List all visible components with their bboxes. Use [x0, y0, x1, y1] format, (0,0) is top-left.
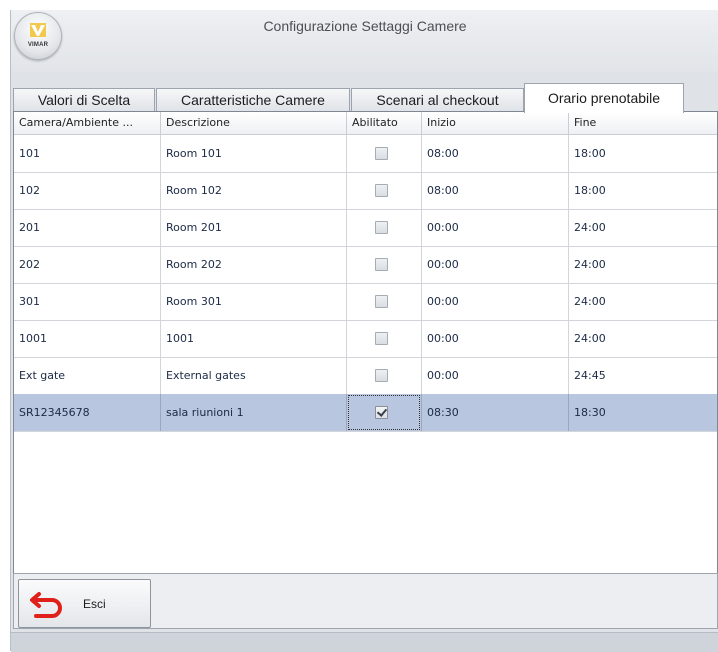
header-camera[interactable]: Camera/Ambiente ...	[14, 112, 161, 134]
cell-fine[interactable]: 24:00	[569, 246, 717, 283]
cell-inizio[interactable]: 00:00	[422, 357, 569, 394]
exit-button-label: Esci	[83, 597, 106, 611]
header-abilitato[interactable]: Abilitato	[347, 112, 422, 134]
app-window: VIMAR Configurazione Settaggi Camere Val…	[10, 10, 718, 652]
cell-abilitato	[347, 172, 422, 209]
tab-caratteristiche-camere[interactable]: Caratteristiche Camere	[156, 88, 350, 112]
status-bar	[11, 632, 718, 652]
enabled-checkbox[interactable]	[375, 332, 388, 345]
cell-abilitato	[347, 209, 422, 246]
table-row[interactable]: 201 Room 201 00:00 24:00	[14, 209, 717, 247]
table-row[interactable]: 102 Room 102 08:00 18:00	[14, 172, 717, 210]
enabled-checkbox[interactable]	[375, 221, 388, 234]
table-row[interactable]: SR12345678 sala riunioni 1 08:30 18:30	[14, 394, 717, 432]
cell-fine[interactable]: 24:00	[569, 320, 717, 357]
header-inizio[interactable]: Inizio	[422, 112, 569, 134]
focus-rectangle	[348, 395, 420, 430]
cell-fine[interactable]: 24:00	[569, 209, 717, 246]
cell-abilitato	[347, 283, 422, 320]
table-row[interactable]: 1001 1001 00:00 24:00	[14, 320, 717, 358]
schedule-table: Camera/Ambiente ... Descrizione Abilitat…	[13, 111, 718, 577]
tab-scenari-al-checkout[interactable]: Scenari al checkout	[351, 88, 524, 112]
table-row[interactable]: 301 Room 301 00:00 24:00	[14, 283, 717, 321]
cell-camera[interactable]: 102	[14, 172, 161, 209]
cell-descrizione[interactable]: Room 101	[161, 135, 347, 172]
cell-inizio[interactable]: 08:00	[422, 135, 569, 172]
cell-abilitato	[347, 320, 422, 357]
cell-abilitato	[347, 357, 422, 394]
cell-descrizione[interactable]: Room 202	[161, 246, 347, 283]
cell-camera[interactable]: 301	[14, 283, 161, 320]
cell-descrizione[interactable]: Room 301	[161, 283, 347, 320]
enabled-checkbox[interactable]	[375, 184, 388, 197]
table-row[interactable]: 202 Room 202 00:00 24:00	[14, 246, 717, 284]
cell-descrizione[interactable]: sala riunioni 1	[161, 394, 347, 431]
cell-fine[interactable]: 18:00	[569, 135, 717, 172]
cell-camera[interactable]: SR12345678	[14, 394, 161, 431]
window-title: Configurazione Settaggi Camere	[263, 18, 467, 34]
cell-camera[interactable]: 101	[14, 135, 161, 172]
tab-valori-di-scelta[interactable]: Valori di Scelta	[13, 88, 155, 112]
cell-inizio[interactable]: 08:00	[422, 172, 569, 209]
table-header: Camera/Ambiente ... Descrizione Abilitat…	[14, 112, 717, 135]
table-row[interactable]: Ext gate External gates 00:00 24:45	[14, 357, 717, 395]
enabled-checkbox[interactable]	[375, 295, 388, 308]
button-bar: Esci	[13, 573, 718, 629]
cell-camera[interactable]: 201	[14, 209, 161, 246]
table-row[interactable]: 101 Room 101 08:00 18:00	[14, 135, 717, 173]
cell-camera[interactable]: 1001	[14, 320, 161, 357]
cell-fine[interactable]: 18:30	[569, 394, 717, 431]
exit-button[interactable]: Esci	[18, 579, 151, 628]
cell-inizio[interactable]: 00:00	[422, 209, 569, 246]
cell-camera[interactable]: Ext gate	[14, 357, 161, 394]
enabled-checkbox[interactable]	[375, 147, 388, 160]
cell-fine[interactable]: 18:00	[569, 172, 717, 209]
tab-orario-prenotabile[interactable]: Orario prenotabile	[524, 83, 684, 113]
cell-inizio[interactable]: 00:00	[422, 283, 569, 320]
back-arrow-icon	[30, 592, 62, 618]
logo-text: VIMAR	[27, 42, 49, 48]
cell-fine[interactable]: 24:45	[569, 357, 717, 394]
header-descrizione[interactable]: Descrizione	[161, 112, 347, 134]
cell-descrizione[interactable]: 1001	[161, 320, 347, 357]
cell-fine[interactable]: 24:00	[569, 283, 717, 320]
cell-inizio[interactable]: 08:30	[422, 394, 569, 431]
cell-descrizione[interactable]: Room 102	[161, 172, 347, 209]
cell-descrizione[interactable]: External gates	[161, 357, 347, 394]
cell-descrizione[interactable]: Room 201	[161, 209, 347, 246]
cell-abilitato	[347, 246, 422, 283]
cell-abilitato	[347, 135, 422, 172]
enabled-checkbox[interactable]	[375, 258, 388, 271]
title-bar: VIMAR Configurazione Settaggi Camere	[11, 10, 718, 72]
cell-abilitato	[347, 394, 422, 431]
enabled-checkbox[interactable]	[375, 369, 388, 382]
cell-camera[interactable]: 202	[14, 246, 161, 283]
header-fine[interactable]: Fine	[569, 112, 717, 134]
cell-inizio[interactable]: 00:00	[422, 246, 569, 283]
cell-inizio[interactable]: 00:00	[422, 320, 569, 357]
